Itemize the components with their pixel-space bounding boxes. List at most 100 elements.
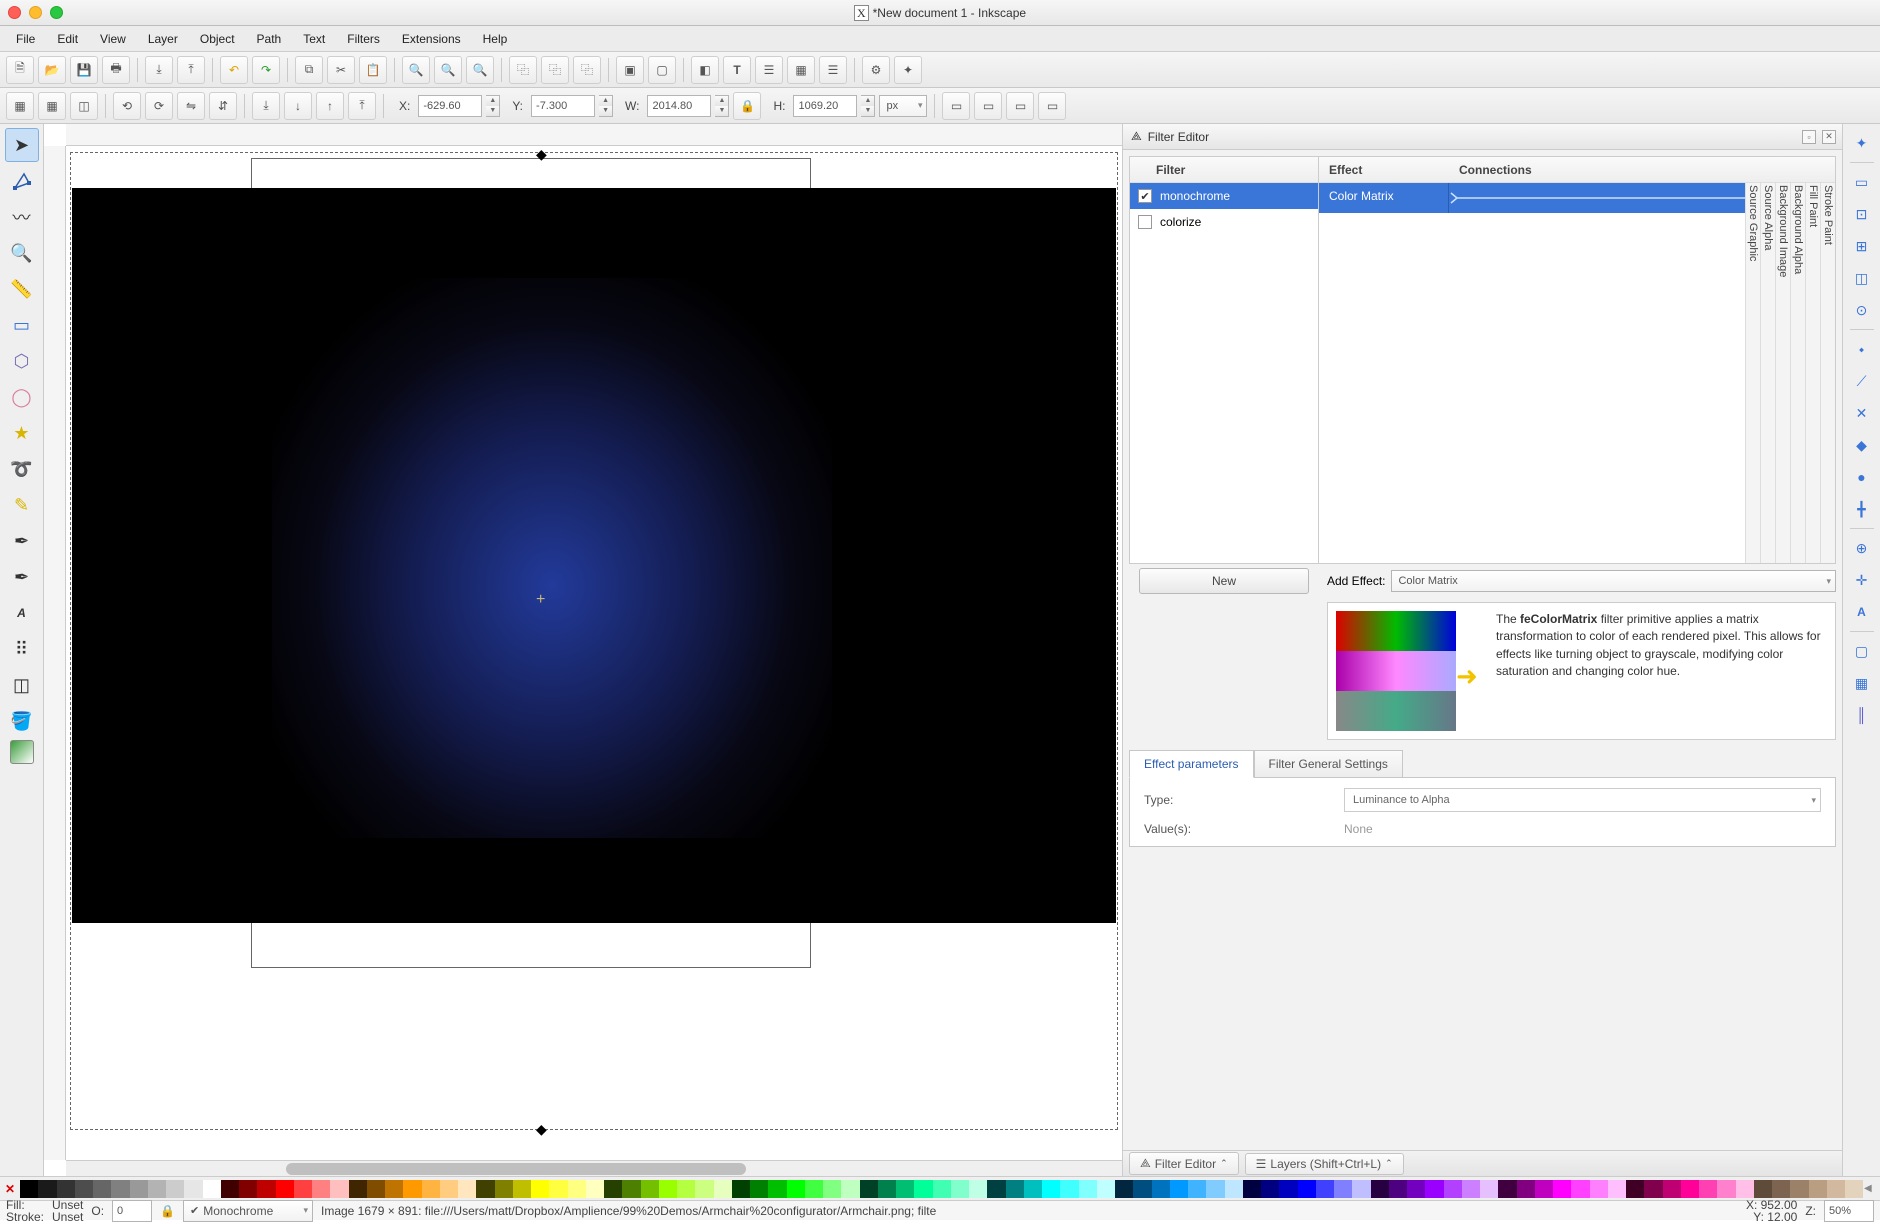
color-swatch[interactable] [1809,1180,1827,1198]
vertical-ruler[interactable] [44,146,66,1160]
color-swatch[interactable] [221,1180,239,1198]
color-swatch[interactable] [276,1180,294,1198]
color-swatch[interactable] [20,1180,38,1198]
color-swatch[interactable] [1790,1180,1808,1198]
color-swatch[interactable] [641,1180,659,1198]
color-swatch[interactable] [1608,1180,1626,1198]
no-color-swatch[interactable]: ✕ [0,1182,20,1196]
copy-button[interactable]: ⧉ [295,56,323,84]
snap-smooth-button[interactable]: ● [1847,462,1877,492]
zoom-input[interactable] [1824,1200,1874,1222]
color-swatch[interactable] [440,1180,458,1198]
color-swatch[interactable] [732,1180,750,1198]
bezier-tool[interactable]: ✒ [5,524,39,558]
cut-button[interactable]: ✂ [327,56,355,84]
color-swatch[interactable] [1115,1180,1133,1198]
snap-midpoint-button[interactable]: ◫ [1847,263,1877,293]
color-swatch[interactable] [1644,1180,1662,1198]
raise-button[interactable]: ↑ [316,92,344,120]
color-swatch[interactable] [1845,1180,1863,1198]
preferences-button[interactable]: ⚙ [862,56,890,84]
color-swatch[interactable] [1553,1180,1571,1198]
docked-tab-layers[interactable]: ☰Layers (Shift+Ctrl+L)⌃ [1245,1153,1404,1175]
filter-checkbox[interactable]: ✔ [1138,189,1152,203]
color-swatch[interactable] [184,1180,202,1198]
snap-line-mid-button[interactable]: ╋ [1847,494,1877,524]
undo-button[interactable]: ↶ [220,56,248,84]
color-swatch[interactable] [385,1180,403,1198]
color-swatch[interactable] [1389,1180,1407,1198]
color-swatch[interactable] [166,1180,184,1198]
color-swatch[interactable] [987,1180,1005,1198]
color-swatch[interactable] [57,1180,75,1198]
source-source-alpha[interactable]: Source Alpha [1760,183,1775,563]
snap-guide-button[interactable]: ║ [1847,700,1877,730]
color-swatch[interactable] [1060,1180,1078,1198]
menu-path[interactable]: Path [247,29,292,49]
text-tool[interactable]: A [5,596,39,630]
snap-cusp-button[interactable]: ◆ [1847,430,1877,460]
clone-button[interactable]: ⿻ [541,56,569,84]
menu-object[interactable]: Object [190,29,245,49]
affect-corners-button[interactable]: ▭ [974,92,1002,120]
calligraphy-tool[interactable]: ✒ [5,560,39,594]
color-swatch[interactable] [714,1180,732,1198]
document-properties-button[interactable]: ✦ [894,56,922,84]
new-document-button[interactable]: 🗎 [6,56,34,84]
color-swatch[interactable] [695,1180,713,1198]
affect-gradient-button[interactable]: ▭ [1006,92,1034,120]
affect-pattern-button[interactable]: ▭ [1038,92,1066,120]
color-swatch[interactable] [841,1180,859,1198]
snap-page-border-button[interactable]: ▢ [1847,636,1877,666]
unit-combo[interactable]: px [879,95,927,117]
color-swatch[interactable] [93,1180,111,1198]
color-swatch[interactable] [1590,1180,1608,1198]
color-swatch[interactable] [1626,1180,1644,1198]
y-input[interactable] [531,95,595,117]
zoom-page-button[interactable]: 🔍 [466,56,494,84]
tweak-tool[interactable]: 〰 [5,200,39,234]
color-swatch[interactable] [1444,1180,1462,1198]
measure-tool[interactable]: 📏 [5,272,39,306]
color-swatch[interactable] [951,1180,969,1198]
new-filter-button[interactable]: New [1139,568,1309,594]
color-swatch[interactable] [549,1180,567,1198]
duplicate-button[interactable]: ⿻ [509,56,537,84]
color-swatch[interactable] [1298,1180,1316,1198]
color-swatch[interactable] [622,1180,640,1198]
menu-edit[interactable]: Edit [47,29,88,49]
image-object[interactable] [72,188,1116,923]
filter-item-colorize[interactable]: colorize [1130,209,1318,235]
zoom-tool[interactable]: 🔍 [5,236,39,270]
layers-dialog-button[interactable]: ☰ [819,56,847,84]
menu-help[interactable]: Help [473,29,518,49]
filter-item-monochrome[interactable]: ✔monochrome [1130,183,1318,209]
color-swatch[interactable] [1024,1180,1042,1198]
color-swatch[interactable] [1170,1180,1188,1198]
flip-v-button[interactable]: ⇵ [209,92,237,120]
color-swatch[interactable] [148,1180,166,1198]
color-swatch[interactable] [1206,1180,1224,1198]
eraser-tool[interactable]: ◫ [5,668,39,702]
ungroup-button[interactable]: ▢ [648,56,676,84]
color-swatch[interactable] [75,1180,93,1198]
color-swatch[interactable] [1079,1180,1097,1198]
palette-menu-button[interactable]: ◀ [1864,1183,1880,1194]
snap-center-button[interactable]: ⊙ [1847,295,1877,325]
color-swatch[interactable] [586,1180,604,1198]
color-swatch[interactable] [768,1180,786,1198]
color-swatch[interactable] [1535,1180,1553,1198]
print-button[interactable]: 🖶 [102,56,130,84]
scale-handle-bottom[interactable]: ◆ [536,1121,547,1138]
snap-text-baseline-button[interactable]: A [1847,597,1877,627]
color-swatch[interactable] [1827,1180,1845,1198]
raise-top-button[interactable]: ⤒ [348,92,376,120]
color-swatch[interactable] [1006,1180,1024,1198]
source-stroke-paint[interactable]: Stroke Paint [1820,183,1835,563]
color-swatch[interactable] [1352,1180,1370,1198]
color-swatch[interactable] [805,1180,823,1198]
color-swatch[interactable] [1480,1180,1498,1198]
canvas-viewport[interactable]: + ◆ ◆ [66,146,1122,1160]
opacity-input[interactable] [112,1200,152,1222]
affect-stroke-button[interactable]: ▭ [942,92,970,120]
